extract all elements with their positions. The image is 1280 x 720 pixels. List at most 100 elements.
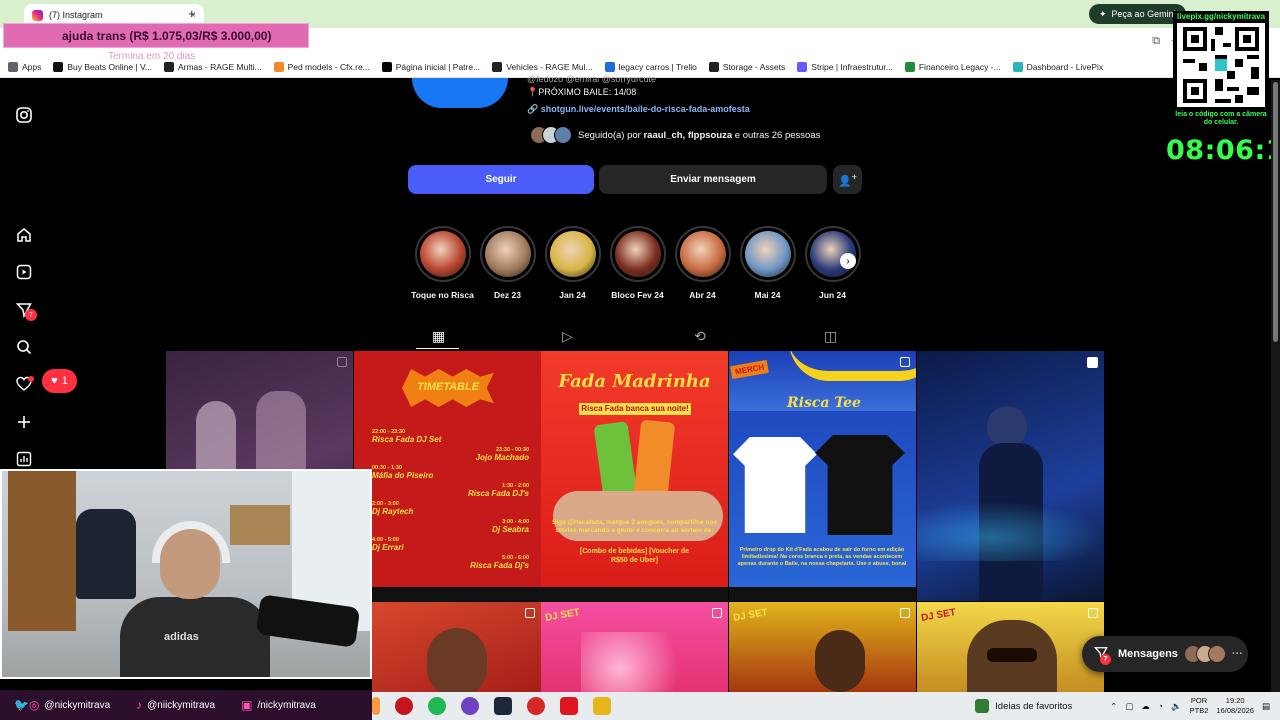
suggest-users-button[interactable]: 👤+ — [833, 165, 862, 194]
post-singer[interactable] — [917, 351, 1104, 601]
bookmark-item[interactable]: Stripe | Infraestrutur... — [797, 61, 893, 72]
story-highlight[interactable]: Toque no Risca — [411, 226, 474, 300]
bookmark-label: legacy carros | Trello — [618, 61, 697, 72]
story-highlight[interactable]: Mai 24 — [739, 226, 796, 300]
profile-link[interactable]: 🔗 shotgun.live/events/baile-do-risca-fad… — [527, 104, 750, 115]
donation-goal-label: ajuda trans (R$ 1.075,03/R$ 3.000,00) — [62, 28, 272, 43]
webcam-overlay: adidas — [0, 469, 372, 679]
profile-link-text[interactable]: shotgun.live/events/baile-do-risca-fada-… — [541, 104, 750, 114]
timetable-artist: Risca Fada DJ's — [467, 489, 529, 498]
post-merch[interactable]: MERCH Risca Tee Primeiro drop do Kit d'F… — [729, 351, 916, 601]
system-clock[interactable]: 19:20 16/08/2026 — [1216, 696, 1254, 716]
highlight-ring — [609, 226, 666, 282]
bookmark-label: Buy Beats Online | V... — [67, 61, 152, 72]
fada-body: Siga @riscafada, marque 2 amigues, compa… — [552, 519, 717, 534]
notification-center-icon[interactable]: ▤ — [1262, 701, 1270, 712]
keyboard-language[interactable]: POR PTB2 — [1190, 696, 1209, 716]
timetable-artist: Risca Fada DJ Set — [372, 435, 442, 444]
fada-prize: [Combo de bebidas] [Voucher de R$50 de U… — [579, 548, 690, 564]
profile-handles: @fedozo @emirai @sorryurcute — [527, 74, 656, 84]
post-dj-set-2[interactable]: DJ SET — [541, 602, 728, 692]
bookmark-item[interactable]: Armas - RAGE Multi... — [163, 61, 262, 72]
taskbar-app-icon[interactable] — [560, 697, 578, 715]
onedrive-icon[interactable]: ☁ — [1141, 701, 1150, 712]
search-icon[interactable] — [14, 337, 34, 357]
new-tab-button[interactable]: + — [188, 6, 196, 21]
bookmark-item[interactable]: Financeiro Legacy -... — [904, 61, 1001, 72]
carousel-icon — [1088, 608, 1098, 618]
post-dj-portrait-1[interactable] — [372, 602, 541, 692]
timetable-artist: Máfia do Piseiro — [372, 471, 434, 480]
notifications-tooltip[interactable]: ♥ 1 — [42, 369, 77, 393]
timetable-row: 1:30 - 2:00 Risca Fada DJ's — [468, 483, 529, 498]
bookmark-item[interactable]: Ped models - Cfx.re... — [273, 61, 370, 72]
posts-grid-tab-icon[interactable]: ▦ — [432, 328, 445, 345]
bookmark-item[interactable]: Buy Beats Online | V... — [53, 61, 152, 72]
page-scrollbar[interactable] — [1271, 80, 1280, 692]
highlight-cover — [419, 231, 466, 277]
scrollbar-thumb[interactable] — [1273, 82, 1278, 342]
bookmark-favicon-icon — [604, 61, 615, 72]
bookmark-label: Ped models - Cfx.re... — [287, 61, 370, 72]
bookmark-item[interactable]: Vehicles - RAGE Mul... — [492, 61, 593, 72]
timetable-row: 3:00 - 4:00 Dj Seabra — [492, 519, 529, 534]
highlight-label: Toque no Risca — [411, 290, 474, 300]
instagram-logo-icon[interactable] — [14, 105, 34, 125]
bookmark-item[interactable]: legacy carros | Trello — [604, 61, 697, 72]
favorites-ideas[interactable]: Ideias de favoritos — [975, 699, 1072, 713]
social-handle: @niickymitrava — [147, 699, 216, 711]
donation-goal-overlay: ajuda trans (R$ 1.075,03/R$ 3.000,00) — [3, 23, 309, 48]
taskbar-app-icon[interactable] — [395, 697, 413, 715]
bookmark-favicon-icon — [904, 61, 915, 72]
favorites-label: Ideias de favoritos — [995, 700, 1073, 712]
reposts-tab-icon[interactable]: ⟲ — [694, 328, 706, 345]
highlights-next-button[interactable]: › — [840, 253, 856, 269]
post-dj-set-3[interactable]: DJ SET — [729, 602, 916, 692]
reel-icon — [1087, 357, 1098, 368]
obs-icon[interactable] — [461, 697, 479, 715]
spotify-icon[interactable] — [428, 697, 446, 715]
merch-body: Primeiro drop do Kit d'Fada acabou de sa… — [737, 547, 907, 567]
bookmark-item[interactable]: Dashboard - LivePix — [1012, 61, 1103, 72]
steam-icon[interactable] — [494, 697, 512, 715]
profile-avatar[interactable] — [412, 78, 508, 108]
bookmark-label: Armas - RAGE Multi... — [177, 61, 262, 72]
story-highlight[interactable]: Jan 24 — [544, 226, 601, 300]
bookmark-item[interactable]: Storage - Assets — [708, 61, 785, 72]
tray-app-icon[interactable]: ▢ — [1125, 701, 1133, 712]
story-highlight[interactable]: Bloco Fev 24 — [609, 226, 666, 300]
follow-button[interactable]: Seguir — [408, 165, 594, 194]
timetable-row: 22:00 - 23:30 Risca Fada DJ Set — [372, 429, 441, 444]
reels-icon[interactable] — [14, 262, 34, 282]
bookmark-favicon-icon — [797, 61, 808, 72]
followed-by[interactable]: Seguido(a) por raaul_ch, flppsouza e out… — [530, 126, 820, 144]
messages-drawer-button[interactable]: 7 Mensagens ··· — [1082, 636, 1248, 672]
highlight-ring — [544, 226, 601, 282]
taskbar-app-icon[interactable] — [372, 697, 380, 715]
volume-icon[interactable]: 🔈 — [1171, 701, 1182, 712]
story-highlight[interactable]: Abr 24 — [674, 226, 731, 300]
taskbar-app-icon[interactable] — [527, 697, 545, 715]
cast-icon[interactable]: ⧉ — [1152, 35, 1160, 48]
bookmark-item[interactable]: Apps — [8, 61, 41, 72]
home-icon[interactable] — [14, 225, 34, 245]
story-highlight[interactable]: Dez 23 — [479, 226, 536, 300]
tray-chevron-icon[interactable]: ⌃ — [1110, 701, 1117, 712]
wifi-icon[interactable]: ◔ — [1158, 701, 1163, 711]
tagged-tab-icon[interactable]: ◫ — [824, 328, 837, 345]
followed-by-text: Seguido(a) por raaul_ch, flppsouza e out… — [578, 129, 821, 141]
post-timetable[interactable]: TIMETABLE 22:00 - 23:30 Risca Fada DJ Set… — [354, 351, 541, 601]
timetable-artist: Dj Seabra — [492, 525, 529, 534]
bookmark-item[interactable]: Página inicial | Patre... — [381, 61, 480, 72]
create-plus-icon[interactable] — [14, 412, 34, 432]
taskbar-app-icon[interactable] — [593, 697, 611, 715]
insights-icon[interactable] — [14, 449, 34, 469]
reels-tab-icon[interactable]: ▷ — [562, 328, 573, 345]
send-message-button[interactable]: Enviar mensagem — [599, 165, 827, 194]
messages-badge: 7 — [25, 309, 37, 321]
post-dj-set-4[interactable]: DJ SET — [917, 602, 1104, 692]
messages-label: Mensagens — [1118, 648, 1178, 660]
notifications-count: 1 — [61, 375, 68, 387]
gemini-button[interactable]: ✦ Peça ao Gemini — [1089, 4, 1186, 24]
post-fada-madrinha[interactable]: Fada Madrinha Risca Fada banca sua noite… — [541, 351, 728, 601]
